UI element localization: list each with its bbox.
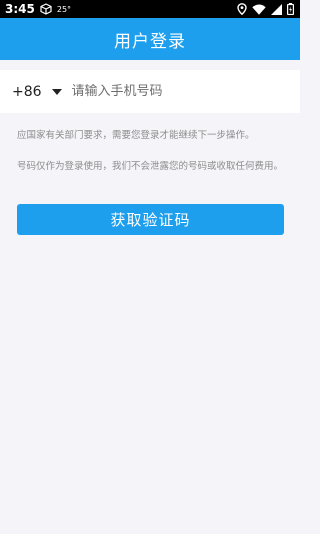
location-icon bbox=[237, 3, 247, 15]
status-temperature: 25° bbox=[56, 4, 72, 14]
phone-number-input[interactable] bbox=[71, 84, 272, 99]
status-bar: 3:45 25° bbox=[0, 0, 300, 18]
status-bar-left: 3:45 25° bbox=[5, 2, 71, 16]
privacy-notice: 号码仅作为登录使用，我们不会泄露您的号码或收取任何费用。 bbox=[17, 161, 284, 172]
battery-icon bbox=[287, 3, 294, 15]
phone-input-row: +86 bbox=[0, 70, 300, 113]
country-code-selector[interactable]: +86 bbox=[12, 84, 42, 100]
get-verification-code-button[interactable]: 获取验证码 bbox=[17, 204, 284, 235]
app-bar: 用户登录 bbox=[0, 18, 300, 60]
signal-icon bbox=[271, 3, 282, 15]
wifi-icon bbox=[252, 4, 266, 15]
status-bar-right bbox=[237, 3, 294, 15]
status-time: 3:45 bbox=[5, 2, 35, 16]
page-title: 用户登录 bbox=[114, 31, 186, 52]
cube-icon bbox=[40, 3, 52, 15]
login-requirement-notice: 应国家有关部门要求，需要您登录才能继续下一步操作。 bbox=[17, 130, 255, 141]
chevron-down-icon[interactable] bbox=[51, 88, 62, 95]
